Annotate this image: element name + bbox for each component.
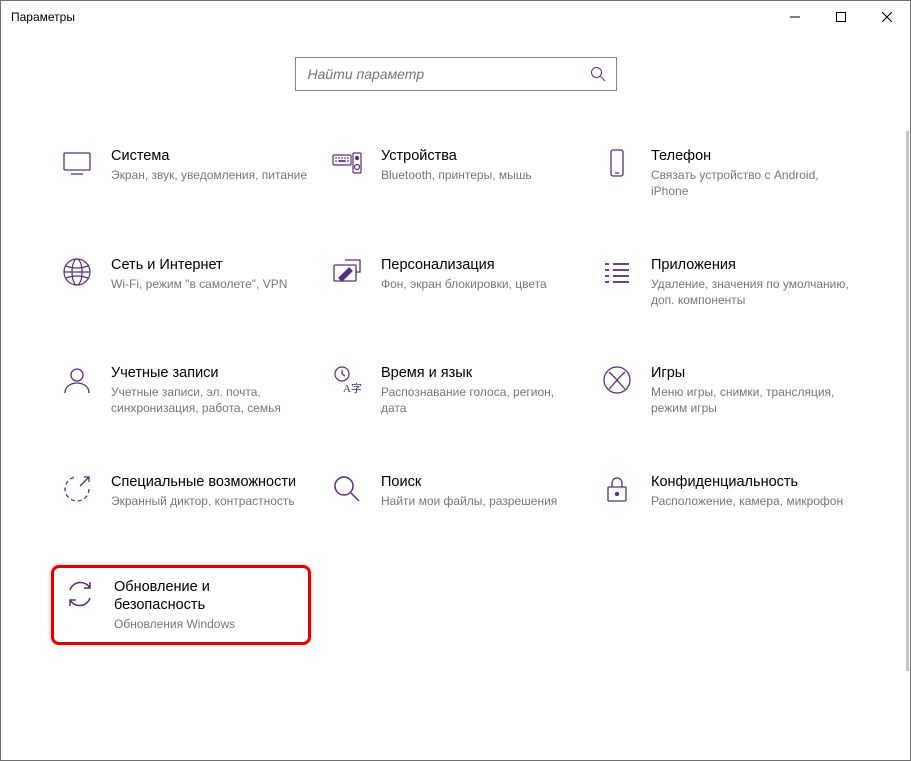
search-row [1, 57, 910, 91]
category-title: Конфиденциальность [651, 473, 843, 491]
settings-window: Параметры [0, 0, 911, 761]
category-desc: Экранный диктор, контрастность [111, 493, 296, 509]
close-button[interactable] [864, 1, 910, 33]
magnifier-icon [331, 473, 363, 505]
category-desc: Экран, звук, уведомления, питание [111, 167, 307, 183]
category-title: Система [111, 147, 307, 165]
category-personalization[interactable]: Персонализация Фон, экран блокировки, цв… [331, 256, 581, 309]
titlebar: Параметры [1, 1, 910, 33]
category-search[interactable]: Поиск Найти мои файлы, разрешения [331, 473, 581, 509]
minimize-button[interactable] [772, 1, 818, 33]
maximize-button[interactable] [818, 1, 864, 33]
globe-icon [61, 256, 93, 288]
xbox-icon [601, 364, 633, 396]
category-desc: Связать устройство с Android, iPhone [651, 167, 851, 199]
category-time-language[interactable]: A字 Время и язык Распознавание голоса, ре… [331, 364, 581, 417]
category-text: Поиск Найти мои файлы, разрешения [381, 473, 557, 509]
paint-icon [331, 256, 363, 288]
category-system[interactable]: Система Экран, звук, уведомления, питани… [61, 147, 311, 200]
categories-grid: Система Экран, звук, уведомления, питани… [61, 147, 850, 645]
category-title: Учетные записи [111, 364, 311, 382]
person-icon [61, 364, 93, 396]
category-title: Обновление и безопасность [114, 578, 294, 614]
maximize-icon [836, 12, 846, 22]
category-title: Устройства [381, 147, 532, 165]
monitor-icon [61, 147, 93, 179]
category-update[interactable]: Обновление и безопасность Обновления Win… [51, 565, 311, 645]
category-desc: Обновления Windows [114, 616, 294, 632]
category-text: Приложения Удаление, значения по умолчан… [651, 256, 851, 309]
category-desc: Удаление, значения по умолчанию, доп. ко… [651, 276, 851, 308]
category-desc: Меню игры, снимки, трансляция, режим игр… [651, 384, 851, 416]
window-title: Параметры [11, 10, 75, 24]
category-title: Специальные возможности [111, 473, 296, 491]
category-text: Устройства Bluetooth, принтеры, мышь [381, 147, 532, 183]
search-input[interactable] [306, 65, 590, 83]
category-title: Время и язык [381, 364, 581, 382]
category-ease[interactable]: Специальные возможности Экранный диктор,… [61, 473, 311, 509]
window-controls [772, 1, 910, 33]
category-text: Учетные записи Учетные записи, эл. почта… [111, 364, 311, 417]
search-box[interactable] [295, 57, 617, 91]
apps-list-icon [601, 256, 633, 288]
category-phone[interactable]: Телефон Связать устройство с Android, iP… [601, 147, 851, 200]
category-text: Система Экран, звук, уведомления, питани… [111, 147, 307, 183]
close-icon [882, 12, 892, 22]
category-gaming[interactable]: Игры Меню игры, снимки, трансляция, режи… [601, 364, 851, 417]
category-desc: Учетные записи, эл. почта, синхронизация… [111, 384, 311, 416]
category-desc: Расположение, камера, микрофон [651, 493, 843, 509]
category-privacy[interactable]: Конфиденциальность Расположение, камера,… [601, 473, 851, 509]
category-apps[interactable]: Приложения Удаление, значения по умолчан… [601, 256, 851, 309]
category-text: Специальные возможности Экранный диктор,… [111, 473, 296, 509]
category-devices[interactable]: Устройства Bluetooth, принтеры, мышь [331, 147, 581, 200]
category-accounts[interactable]: Учетные записи Учетные записи, эл. почта… [61, 364, 311, 417]
category-desc: Распознавание голоса, регион, дата [381, 384, 581, 416]
category-title: Игры [651, 364, 851, 382]
category-text: Конфиденциальность Расположение, камера,… [651, 473, 843, 509]
category-text: Сеть и Интернет Wi-Fi, режим "в самолете… [111, 256, 287, 292]
sync-icon [64, 578, 96, 610]
category-title: Телефон [651, 147, 851, 165]
category-text: Время и язык Распознавание голоса, регио… [381, 364, 581, 417]
category-desc: Фон, экран блокировки, цвета [381, 276, 547, 292]
content-area: Система Экран, звук, уведомления, питани… [1, 91, 910, 645]
svg-text:A字: A字 [343, 381, 362, 395]
category-text: Игры Меню игры, снимки, трансляция, режи… [651, 364, 851, 417]
category-text: Обновление и безопасность Обновления Win… [114, 578, 294, 632]
category-text: Телефон Связать устройство с Android, iP… [651, 147, 851, 200]
category-title: Приложения [651, 256, 851, 274]
minimize-icon [790, 12, 800, 22]
phone-icon [601, 147, 633, 179]
category-title: Поиск [381, 473, 557, 491]
category-title: Персонализация [381, 256, 547, 274]
time-language-icon: A字 [331, 364, 363, 396]
category-text: Персонализация Фон, экран блокировки, цв… [381, 256, 547, 292]
category-network[interactable]: Сеть и Интернет Wi-Fi, режим "в самолете… [61, 256, 311, 309]
scrollbar[interactable] [906, 131, 909, 671]
lock-icon [601, 473, 633, 505]
search-icon [590, 66, 606, 82]
category-desc: Wi-Fi, режим "в самолете", VPN [111, 276, 287, 292]
category-desc: Bluetooth, принтеры, мышь [381, 167, 532, 183]
category-title: Сеть и Интернет [111, 256, 287, 274]
category-desc: Найти мои файлы, разрешения [381, 493, 557, 509]
ease-of-access-icon [61, 473, 93, 505]
keyboard-speaker-icon [331, 147, 363, 179]
